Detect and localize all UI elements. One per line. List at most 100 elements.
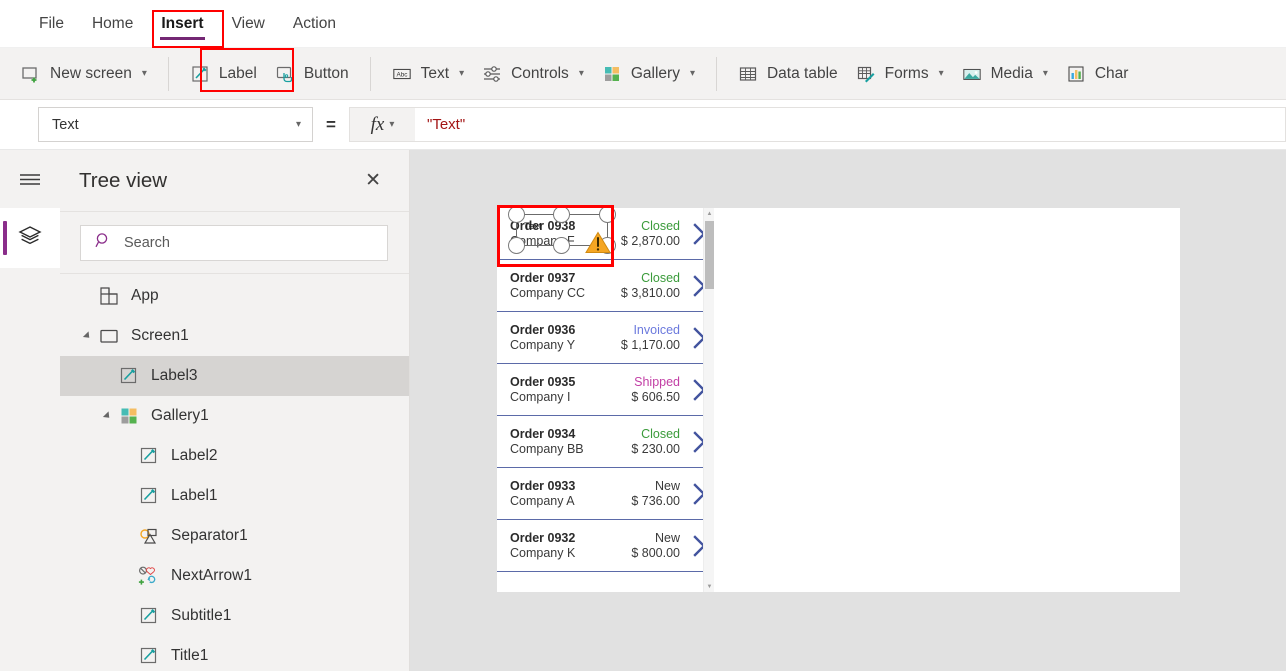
menu-item-insert[interactable]: Insert bbox=[150, 10, 214, 40]
gallery-row-status: Closed bbox=[641, 271, 680, 285]
screen-icon bbox=[98, 325, 120, 347]
gallery1[interactable]: Order 0938 Closed Company F $ 2,870.00 Order… bbox=[497, 208, 714, 592]
gallery-row-subtitle: Company K bbox=[510, 546, 576, 560]
insert-ribbon: New screen ▾ Label Button Abc Text ▾ Con… bbox=[0, 48, 1286, 100]
gallery-row-line-subtitle: Company F $ 2,870.00 bbox=[510, 234, 680, 248]
tree-item-gallery1[interactable]: Gallery1 bbox=[60, 396, 409, 436]
chevron-down-icon: ▾ bbox=[459, 67, 465, 79]
formula-input[interactable]: "Text" bbox=[415, 107, 1286, 142]
gallery-row-subtitle: Company A bbox=[510, 494, 575, 508]
chevron-down-icon: ▾ bbox=[689, 67, 695, 79]
tree-item-label: Separator1 bbox=[171, 527, 248, 544]
hamburger-menu-icon[interactable] bbox=[0, 150, 60, 208]
menu-item-view[interactable]: View bbox=[221, 10, 276, 38]
tree-item-nextarrow1[interactable]: NextArrow1 bbox=[60, 556, 409, 596]
layers-icon bbox=[18, 225, 42, 252]
gallery-row-title: Order 0936 bbox=[510, 323, 576, 337]
tree-item-title1[interactable]: Title1 bbox=[60, 636, 409, 671]
close-icon[interactable]: ✕ bbox=[359, 167, 387, 194]
tree-item-separator1[interactable]: Separator1 bbox=[60, 516, 409, 556]
tree-item-label: Gallery1 bbox=[151, 407, 209, 424]
tree-item-label3[interactable]: Label3 bbox=[60, 356, 409, 396]
tree-item-subtitle1[interactable]: Subtitle1 bbox=[60, 596, 409, 636]
ribbon-group-controls-basic: Label Button bbox=[169, 48, 370, 99]
gallery-row-title: Order 0932 bbox=[510, 531, 576, 545]
menu-item-label: Insert bbox=[161, 14, 204, 32]
gallery-row[interactable]: Order 0934 Closed Company BB $ 230.00 bbox=[497, 416, 714, 468]
chevron-down-icon: ▾ bbox=[938, 67, 944, 79]
scroll-down-icon[interactable]: ▼ bbox=[704, 581, 714, 592]
gallery-row[interactable]: Order 0937 Closed Company CC $ 3,810.00 bbox=[497, 260, 714, 312]
gallery-squares-icon bbox=[602, 64, 622, 84]
insert-data-table-button[interactable]: Data table bbox=[729, 59, 847, 89]
gallery-row-status: Closed bbox=[641, 219, 680, 233]
new-screen-icon bbox=[21, 64, 41, 84]
tree-item-label: Label2 bbox=[171, 447, 218, 464]
insert-media-menu[interactable]: Media ▾ bbox=[953, 59, 1057, 89]
gallery-row[interactable]: Order 0932 New Company K $ 800.00 bbox=[497, 520, 714, 572]
insert-text-menu[interactable]: Abc Text ▾ bbox=[383, 59, 473, 89]
gallery-row-title: Order 0935 bbox=[510, 375, 576, 389]
insert-forms-menu[interactable]: Forms ▾ bbox=[847, 59, 953, 89]
tree-item-label: Title1 bbox=[171, 647, 209, 664]
formula-input-value: "Text" bbox=[427, 116, 466, 133]
tree-item-label1[interactable]: Label1 bbox=[60, 476, 409, 516]
scrollbar-thumb[interactable] bbox=[705, 221, 714, 289]
app-canvas[interactable]: Order 0938 Closed Company F $ 2,870.00 Order… bbox=[410, 150, 1286, 671]
gallery-row-line-subtitle: Company I $ 606.50 bbox=[510, 390, 680, 404]
scroll-up-icon[interactable]: ▲ bbox=[704, 208, 714, 219]
insert-gallery-menu[interactable]: Gallery ▾ bbox=[593, 59, 704, 89]
gallery-scrollbar[interactable]: ▲ ▼ bbox=[703, 208, 714, 592]
property-selector[interactable]: Text ▾ bbox=[38, 107, 313, 142]
insert-label-button[interactable]: Label bbox=[181, 59, 266, 89]
gallery-row-line-title: Order 0934 Closed bbox=[510, 427, 680, 441]
gallery-row-status: New bbox=[654, 479, 680, 493]
tree-item-label: App bbox=[131, 287, 159, 304]
gallery-row[interactable]: Order 0935 Shipped Company I $ 606.50 bbox=[497, 364, 714, 416]
fx-button[interactable]: fx ▾ bbox=[349, 107, 415, 142]
chevron-expanded-icon[interactable] bbox=[100, 409, 114, 423]
gallery-icon bbox=[118, 405, 140, 427]
gallery-row-line-title: Order 0937 Closed bbox=[510, 271, 680, 285]
insert-controls-menu[interactable]: Controls ▾ bbox=[473, 59, 593, 89]
new-screen-button[interactable]: New screen ▾ bbox=[12, 59, 156, 89]
search-icon bbox=[95, 232, 112, 254]
svg-text:Abc: Abc bbox=[396, 71, 408, 78]
search-input[interactable]: Search bbox=[80, 224, 388, 261]
gallery-row-line-title: Order 0932 New bbox=[510, 531, 680, 545]
gallery-row[interactable]: Order 0936 Invoiced Company Y $ 1,170.00 bbox=[497, 312, 714, 364]
insert-data-table-label: Data table bbox=[766, 64, 838, 82]
active-tab-underline bbox=[160, 36, 205, 40]
insert-button-button[interactable]: Button bbox=[266, 59, 358, 89]
controls-sliders-icon bbox=[482, 64, 502, 84]
gallery-rows-container: Order 0938 Closed Company F $ 2,870.00 Order… bbox=[497, 208, 714, 572]
tree-item-label: Label3 bbox=[151, 367, 198, 384]
gallery-row[interactable]: Order 0938 Closed Company F $ 2,870.00 bbox=[497, 208, 714, 260]
gallery-row-line-title: Order 0935 Shipped bbox=[510, 375, 680, 389]
gallery-row[interactable]: Order 0933 New Company A $ 736.00 bbox=[497, 468, 714, 520]
rail-item-tree-view[interactable] bbox=[0, 208, 60, 268]
gallery-row-amount: $ 800.00 bbox=[631, 546, 680, 560]
menu-item-action[interactable]: Action bbox=[282, 10, 347, 38]
tree-item-app[interactable]: App bbox=[60, 276, 409, 316]
property-selector-value: Text bbox=[52, 116, 79, 133]
gallery-row-amount: $ 3,810.00 bbox=[620, 286, 680, 300]
media-image-icon bbox=[962, 64, 982, 84]
insert-charts-menu[interactable]: Char bbox=[1057, 59, 1138, 89]
chevron-down-icon: ▾ bbox=[141, 67, 147, 79]
tree-item-label2[interactable]: Label2 bbox=[60, 436, 409, 476]
gallery-row-texts: Order 0933 New Company A $ 736.00 bbox=[510, 479, 684, 508]
gallery-row-title: Order 0934 bbox=[510, 427, 576, 441]
label-icon bbox=[138, 605, 160, 627]
screen1-preview[interactable]: Order 0938 Closed Company F $ 2,870.00 Order… bbox=[497, 208, 1180, 592]
gallery-row-line-subtitle: Company BB $ 230.00 bbox=[510, 442, 680, 456]
menu-item-home[interactable]: Home bbox=[81, 10, 144, 38]
chevron-expanded-icon[interactable] bbox=[80, 329, 94, 343]
chevron-down-icon: ▾ bbox=[1042, 67, 1048, 79]
label-icon bbox=[138, 445, 160, 467]
tree-item-label: NextArrow1 bbox=[171, 567, 252, 584]
menu-item-file[interactable]: File bbox=[28, 10, 75, 38]
tree-item-screen1[interactable]: Screen1 bbox=[60, 316, 409, 356]
equals-sign: = bbox=[326, 114, 336, 134]
insert-charts-label: Char bbox=[1094, 64, 1129, 82]
